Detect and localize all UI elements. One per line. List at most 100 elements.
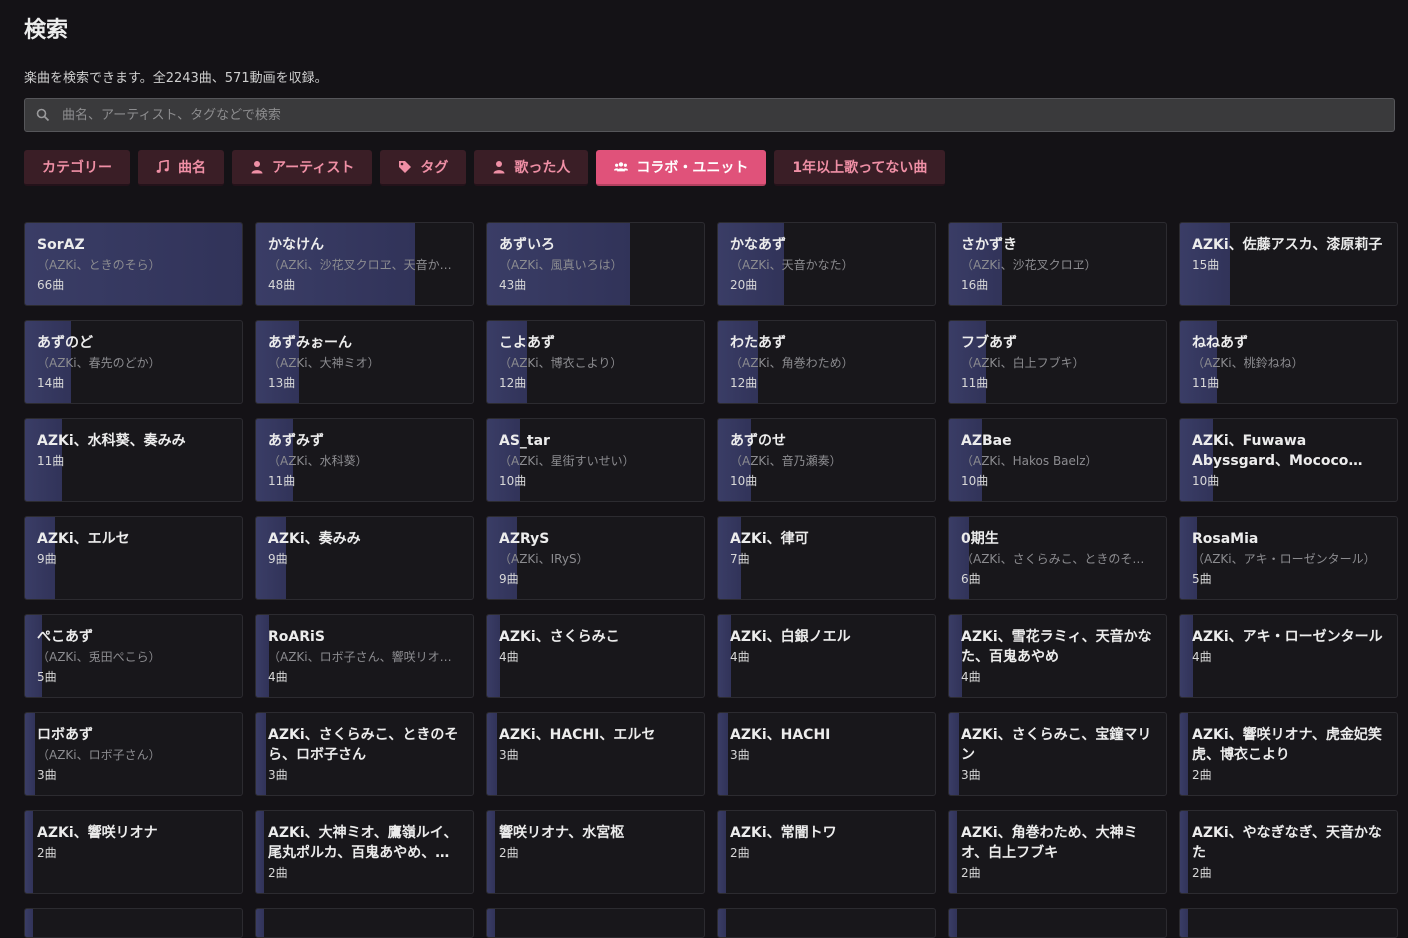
unit-members: （AZKi、沙花叉クロヱ、天音かなた） <box>268 258 461 272</box>
unit-card[interactable]: あずいろ （AZKi、風真いろは） 43曲 <box>486 222 705 306</box>
unit-card[interactable]: AZKi、エルセ 9曲 <box>24 516 243 600</box>
tab-0[interactable]: カテゴリー <box>24 150 130 186</box>
unit-name: AZKi、やなぎなぎ、天音かなた <box>1192 825 1382 861</box>
song-count: 4曲 <box>1192 650 1212 664</box>
unit-card[interactable]: AZKi、響咲リオナ、虎金妃笑虎、博衣こより 2曲 <box>1179 712 1398 796</box>
unit-name: わたあず <box>730 335 786 351</box>
tab-6[interactable]: 1年以上歌ってない曲 <box>774 150 946 186</box>
song-count: 10曲 <box>1192 474 1220 488</box>
unit-card[interactable]: RosaMia （AZKi、アキ・ローゼンタール） 5曲 <box>1179 516 1398 600</box>
unit-name: AZKi、さくらみこ、宝鐘マリン <box>961 727 1152 763</box>
unit-card[interactable]: AZRyS （AZKi、IRyS） 9曲 <box>486 516 705 600</box>
unit-card[interactable]: AZKi、やなぎなぎ、天音かなた 2曲 <box>1179 810 1398 894</box>
unit-card[interactable]: AZKi、雪花ラミィ、天音かなた、百鬼あやめ 4曲 <box>948 614 1167 698</box>
unit-name: かなあず <box>730 237 786 253</box>
search-input[interactable] <box>60 106 1394 124</box>
unit-name: AZKi、佐藤アスカ、漆原莉子 <box>1192 237 1383 253</box>
song-count: 9曲 <box>268 552 288 566</box>
unit-card[interactable]: AZKi、HACHI、エルセ 3曲 <box>486 712 705 796</box>
unit-members: （AZKi、Hakos Baelz） <box>961 454 1098 468</box>
unit-card[interactable] <box>255 908 474 938</box>
unit-card[interactable]: フブあず （AZKi、白上フブキ） 11曲 <box>948 320 1167 404</box>
tab-label: 曲名 <box>178 160 206 176</box>
song-count: 43曲 <box>499 278 527 292</box>
unit-card[interactable]: AZKi、HACHI 3曲 <box>717 712 936 796</box>
song-count: 12曲 <box>730 376 758 390</box>
unit-card[interactable]: ロボあず （AZKi、ロボ子さん） 3曲 <box>24 712 243 796</box>
tab-label: 歌った人 <box>514 160 571 176</box>
unit-card[interactable]: さかずき （AZKi、沙花叉クロヱ） 16曲 <box>948 222 1167 306</box>
unit-card[interactable]: AZBae （AZKi、Hakos Baelz） 10曲 <box>948 418 1167 502</box>
unit-card[interactable]: あずみず （AZKi、水科葵） 11曲 <box>255 418 474 502</box>
unit-card[interactable] <box>24 908 243 938</box>
unit-card[interactable]: AZKi、大神ミオ、鷹嶺ルイ、尾丸ポルカ、百鬼あやめ、… 2曲 <box>255 810 474 894</box>
tab-2[interactable]: アーティスト <box>232 150 373 186</box>
unit-members: （AZKi、IRyS） <box>499 552 589 566</box>
unit-members: （AZKi、風真いろは） <box>499 258 623 272</box>
unit-card[interactable]: 0期生 （AZKi、さくらみこ、ときのそら、星街すいせい、ロボ子さん） 6曲 <box>948 516 1167 600</box>
unit-members: （AZKi、ロボ子さん） <box>37 748 161 762</box>
unit-name: ロボあず <box>37 727 93 743</box>
unit-card[interactable]: ぺこあず （AZKi、兎田ぺこら） 5曲 <box>24 614 243 698</box>
unit-card[interactable]: AZKi、白銀ノエル 4曲 <box>717 614 936 698</box>
unit-card[interactable]: あずみぉーん （AZKi、大神ミオ） 13曲 <box>255 320 474 404</box>
unit-card[interactable]: わたあず （AZKi、角巻わため） 12曲 <box>717 320 936 404</box>
unit-name: ぺこあず <box>37 629 93 645</box>
unit-card[interactable]: AZKi、佐藤アスカ、漆原莉子 15曲 <box>1179 222 1398 306</box>
unit-name: AZKi、響咲リオナ <box>37 825 158 841</box>
unit-grid: SorAZ （AZKi、ときのそら） 66曲 かなけん （AZKi、沙花叉クロヱ、天音か… <box>24 222 1398 894</box>
unit-name: AZKi、アキ・ローゼンタール <box>1192 629 1383 645</box>
song-count: 7曲 <box>730 552 750 566</box>
unit-card[interactable]: かなけん （AZKi、沙花叉クロヱ、天音かなた） 48曲 <box>255 222 474 306</box>
song-count: 9曲 <box>37 552 57 566</box>
unit-card[interactable]: あずのど （AZKi、春先のどか） 14曲 <box>24 320 243 404</box>
unit-card[interactable]: AZKi、律可 7曲 <box>717 516 936 600</box>
unit-card[interactable]: AS_tar （AZKi、星街すいせい） 10曲 <box>486 418 705 502</box>
song-count: 4曲 <box>961 670 981 684</box>
music-note-icon <box>156 160 170 174</box>
count-bar <box>1180 909 1188 937</box>
tab-3[interactable]: タグ <box>380 150 467 186</box>
unit-name: AZKi、HACHI <box>730 727 831 743</box>
unit-card[interactable] <box>717 908 936 938</box>
unit-name: フブあず <box>961 335 1017 351</box>
unit-card[interactable] <box>948 908 1167 938</box>
song-count: 5曲 <box>1192 572 1212 586</box>
tab-1[interactable]: 曲名 <box>138 150 224 186</box>
unit-card[interactable]: あずのせ （AZKi、音乃瀬奏） 10曲 <box>717 418 936 502</box>
song-count: 48曲 <box>268 278 296 292</box>
unit-members: （AZKi、音乃瀬奏） <box>730 454 842 468</box>
unit-card[interactable]: AZKi、Fuwawa Abyssgard、Mococo Abyssgard、湊… <box>1179 418 1398 502</box>
unit-name: あずのせ <box>730 433 786 449</box>
unit-card[interactable]: AZKi、さくらみこ 4曲 <box>486 614 705 698</box>
unit-card[interactable]: AZKi、奏みみ 9曲 <box>255 516 474 600</box>
unit-name: AZKi、白銀ノエル <box>730 629 851 645</box>
tab-label: カテゴリー <box>42 160 112 176</box>
unit-card[interactable] <box>1179 908 1398 938</box>
song-count: 10曲 <box>730 474 758 488</box>
unit-card[interactable]: 響咲リオナ、水宮枢 2曲 <box>486 810 705 894</box>
unit-card[interactable]: SorAZ （AZKi、ときのそら） 66曲 <box>24 222 243 306</box>
tab-5[interactable]: コラボ・ユニット <box>596 150 767 186</box>
song-count: 9曲 <box>499 572 519 586</box>
unit-card[interactable]: AZKi、常闇トワ 2曲 <box>717 810 936 894</box>
unit-card[interactable]: AZKi、水科葵、奏みみ 11曲 <box>24 418 243 502</box>
unit-card[interactable]: AZKi、アキ・ローゼンタール 4曲 <box>1179 614 1398 698</box>
unit-card[interactable]: こよあず （AZKi、博衣こより） 12曲 <box>486 320 705 404</box>
song-count: 66曲 <box>37 278 65 292</box>
unit-card[interactable]: AZKi、さくらみこ、ときのそら、ロボ子さん 3曲 <box>255 712 474 796</box>
song-count: 3曲 <box>499 748 519 762</box>
unit-card[interactable]: AZKi、響咲リオナ 2曲 <box>24 810 243 894</box>
search-bar[interactable] <box>24 98 1395 132</box>
unit-name: あずいろ <box>499 237 555 253</box>
unit-card[interactable]: AZKi、角巻わため、大神ミオ、白上フブキ 2曲 <box>948 810 1167 894</box>
category-tabs: カテゴリー 曲名 アーティスト タグ 歌った人 コラボ・ユニット 1年以上歌ってない曲 <box>24 150 946 186</box>
unit-card[interactable]: かなあず （AZKi、天音かなた） 20曲 <box>717 222 936 306</box>
tab-4[interactable]: 歌った人 <box>474 150 589 186</box>
unit-card[interactable]: RoARiS （AZKi、ロボ子さん、響咲リオナ） 4曲 <box>255 614 474 698</box>
unit-card[interactable]: ねねあず （AZKi、桃鈴ねね） 11曲 <box>1179 320 1398 404</box>
unit-name: AZKi、律可 <box>730 531 809 547</box>
unit-card[interactable]: AZKi、さくらみこ、宝鐘マリン 3曲 <box>948 712 1167 796</box>
unit-members: （AZKi、春先のどか） <box>37 356 161 370</box>
unit-card[interactable] <box>486 908 705 938</box>
